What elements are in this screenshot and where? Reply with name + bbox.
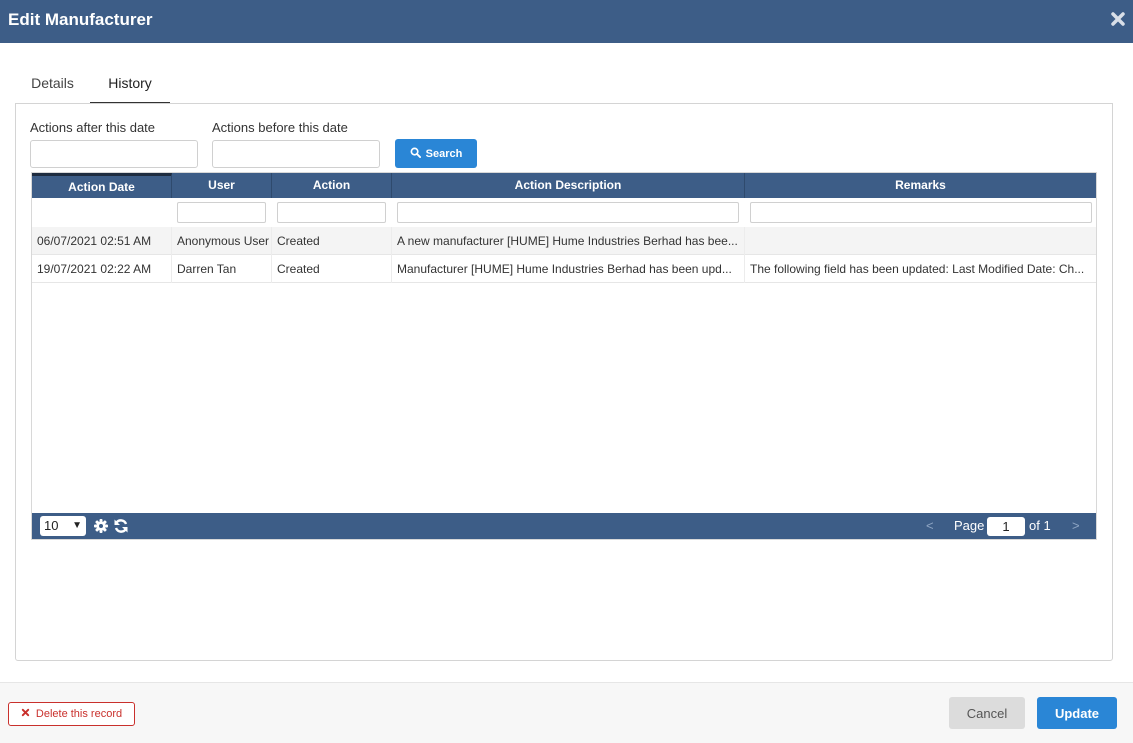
filter-row	[32, 198, 1096, 227]
tab-details[interactable]: Details	[15, 66, 90, 102]
dialog-footer: Delete this record Cancel Update	[0, 682, 1133, 743]
after-date-label: Actions after this date	[30, 120, 156, 135]
dialog-title: Edit Manufacturer	[8, 10, 153, 29]
cancel-button[interactable]: Cancel	[949, 697, 1025, 729]
page-size-select[interactable]: 10 ▼	[40, 516, 86, 536]
user-filter-input[interactable]	[177, 202, 266, 223]
column-header-remarks[interactable]: Remarks	[745, 173, 1096, 198]
tab-history[interactable]: History	[90, 66, 170, 104]
column-header-action-description[interactable]: Action Description	[392, 173, 745, 198]
cell-action-description: A new manufacturer [HUME] Hume Industrie…	[392, 227, 745, 255]
prev-page-button[interactable]: <	[926, 513, 934, 539]
table-row[interactable]: 19/07/2021 02:22 AM Darren Tan Created M…	[32, 255, 1096, 283]
history-grid: Action Date User Action Action Descripti…	[31, 172, 1097, 540]
page-size-value: 10	[44, 518, 59, 533]
pager: < Page 1 of 1 >	[896, 513, 1096, 539]
refresh-icon[interactable]	[113, 518, 129, 534]
description-filter-input[interactable]	[397, 202, 739, 223]
gear-icon[interactable]	[93, 518, 109, 534]
cell-user: Anonymous User	[172, 227, 272, 255]
grid-footer: 10 ▼ < Page 1 of 1 >	[32, 513, 1096, 539]
cell-action: Created	[272, 227, 392, 255]
next-page-button[interactable]: >	[1072, 513, 1080, 539]
action-filter-input[interactable]	[277, 202, 386, 223]
close-icon	[21, 708, 30, 720]
update-button[interactable]: Update	[1037, 697, 1117, 729]
table-row[interactable]: 06/07/2021 02:51 AM Anonymous User Creat…	[32, 227, 1096, 255]
search-button-label: Search	[425, 147, 463, 160]
column-header-action[interactable]: Action	[272, 173, 392, 198]
page-count-label: of 1	[1029, 518, 1051, 533]
delete-record-label: Delete this record	[35, 708, 123, 720]
cell-action: Created	[272, 255, 392, 283]
grid-header: Action Date User Action Action Descripti…	[32, 173, 1096, 198]
column-header-user[interactable]: User	[172, 173, 272, 198]
page-number-input[interactable]: 1	[987, 517, 1025, 536]
before-date-input[interactable]	[212, 140, 380, 168]
cell-remarks: The following field has been updated: La…	[750, 262, 1085, 276]
dialog-title-bar: Edit Manufacturer	[0, 0, 1133, 43]
remarks-filter-input[interactable]	[750, 202, 1092, 223]
cell-action-date: 06/07/2021 02:51 AM	[32, 227, 172, 255]
close-icon[interactable]	[1110, 11, 1126, 27]
after-date-input[interactable]	[30, 140, 198, 168]
delete-record-button[interactable]: Delete this record	[8, 702, 135, 726]
cell-action-description: Manufacturer [HUME] Hume Industries Berh…	[392, 255, 745, 283]
search-button[interactable]: Search	[395, 139, 477, 168]
page-label: Page	[954, 518, 985, 533]
history-panel: Actions after this date Actions before t…	[15, 103, 1113, 661]
cell-action-date: 19/07/2021 02:22 AM	[32, 255, 172, 283]
column-header-action-date[interactable]: Action Date	[32, 173, 172, 198]
cell-remarks	[745, 227, 1096, 255]
chevron-down-icon: ▼	[72, 520, 82, 531]
before-date-label: Actions before this date	[212, 120, 348, 135]
cell-user: Darren Tan	[172, 255, 272, 283]
search-icon	[410, 147, 421, 161]
